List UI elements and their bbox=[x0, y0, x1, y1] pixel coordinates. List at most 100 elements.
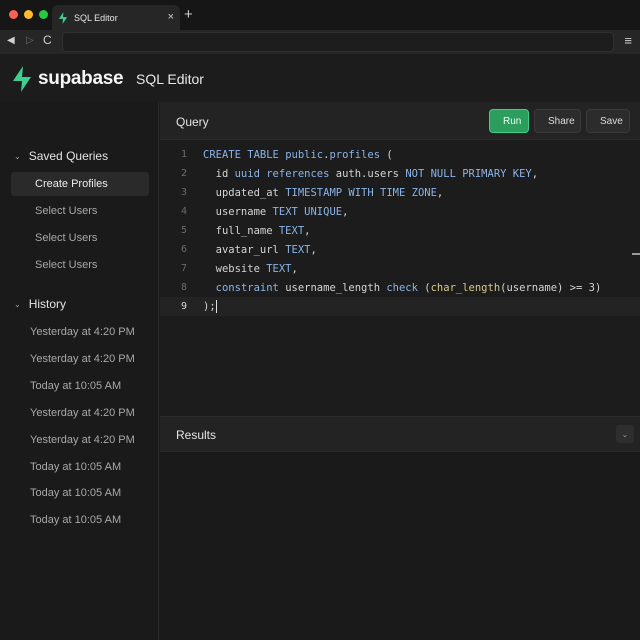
share-button[interactable]: Share bbox=[534, 109, 581, 133]
code-line[interactable]: 7 website TEXT, bbox=[160, 259, 640, 278]
code-token: CREATE TABLE bbox=[203, 148, 286, 161]
code-token: (username) >= 3) bbox=[500, 281, 602, 294]
minimize-window-button[interactable] bbox=[24, 10, 33, 19]
line-number: 7 bbox=[180, 263, 187, 274]
code-line[interactable]: 6 avatar_url TEXT, bbox=[160, 240, 640, 259]
code-line[interactable]: 5 full_name TEXT, bbox=[160, 221, 640, 240]
browser-window: SQL Editor × + ◀ ▷ C ≡ supabase SQL Edit… bbox=[0, 0, 640, 640]
code-token: references bbox=[266, 167, 330, 180]
history-item[interactable]: Yesterday at 4:20 PM bbox=[30, 407, 135, 419]
browser-tab-bar: SQL Editor × + bbox=[0, 0, 640, 30]
code-token: username_length bbox=[278, 281, 387, 294]
window-controls bbox=[9, 10, 48, 19]
sql-editor[interactable]: 1 CREATE TABLE public.profiles ( 2 id uuid… bbox=[160, 140, 640, 416]
saved-queries-header[interactable]: ⌄ Saved Queries bbox=[14, 149, 108, 163]
query-title: Query bbox=[176, 115, 209, 129]
history-item[interactable]: Yesterday at 4:20 PM bbox=[30, 434, 135, 446]
chevron-down-icon: ⌄ bbox=[14, 151, 21, 161]
browser-tab[interactable]: SQL Editor × bbox=[52, 5, 180, 30]
line-number: 8 bbox=[180, 282, 187, 293]
maximize-window-button[interactable] bbox=[39, 10, 48, 19]
run-button[interactable]: Run bbox=[489, 109, 529, 133]
code-token: uuid bbox=[234, 167, 260, 180]
code-text: updated_at TIMESTAMP WITH TIME ZONE, bbox=[203, 186, 444, 199]
code-line[interactable]: 2 id uuid references auth.users NOT NULL… bbox=[160, 164, 640, 183]
code-token: ( bbox=[380, 148, 393, 161]
code-token: public bbox=[285, 148, 324, 161]
saved-queries-title: Saved Queries bbox=[28, 149, 109, 163]
reload-icon[interactable]: C bbox=[43, 33, 52, 47]
line-number: 4 bbox=[180, 206, 187, 217]
code-text: username TEXT UNIQUE, bbox=[203, 205, 349, 218]
supabase-favicon-icon bbox=[58, 11, 68, 24]
saved-query-item[interactable]: Create Profiles bbox=[11, 172, 149, 196]
code-text: ); bbox=[203, 300, 217, 313]
line-number: 5 bbox=[180, 225, 187, 236]
history-item[interactable]: Today at 10:05 AM bbox=[30, 514, 121, 526]
history-item[interactable]: Yesterday at 4:20 PM bbox=[30, 326, 135, 338]
address-bar[interactable] bbox=[62, 32, 614, 52]
line-number: 3 bbox=[180, 187, 187, 198]
share-label: Share bbox=[548, 115, 575, 127]
query-toolbar: Query Run Share Save bbox=[160, 102, 640, 140]
code-line[interactable]: 3 updated_at TIMESTAMP WITH TIME ZONE, bbox=[160, 183, 640, 202]
supabase-logo-icon[interactable] bbox=[12, 66, 32, 92]
code-token: full_name bbox=[203, 224, 279, 237]
history-item[interactable]: Yesterday at 4:20 PM bbox=[30, 353, 135, 365]
line-number: 2 bbox=[180, 168, 187, 179]
code-token: , bbox=[531, 167, 539, 180]
browser-menu-icon[interactable]: ≡ bbox=[624, 33, 632, 48]
code-token: , bbox=[310, 243, 317, 256]
code-line[interactable]: 1 CREATE TABLE public.profiles ( bbox=[160, 145, 640, 164]
code-token: website bbox=[203, 262, 267, 275]
code-token: check bbox=[386, 281, 418, 294]
code-token: TEXT bbox=[266, 262, 292, 275]
back-icon[interactable]: ◀ bbox=[7, 35, 15, 46]
save-label: Save bbox=[600, 115, 623, 127]
code-token: ( bbox=[417, 281, 431, 294]
chevron-down-icon: ⌄ bbox=[14, 299, 21, 309]
new-tab-button[interactable]: + bbox=[184, 7, 193, 22]
line-number: 1 bbox=[180, 149, 187, 160]
text-cursor bbox=[215, 300, 217, 313]
tab-close-icon[interactable]: × bbox=[168, 12, 174, 23]
code-token: , bbox=[342, 205, 349, 218]
code-text: full_name TEXT, bbox=[203, 224, 311, 237]
code-token: profiles bbox=[329, 148, 381, 161]
save-button[interactable]: Save bbox=[586, 109, 630, 133]
code-text: constraint username_length check (char_l… bbox=[203, 281, 602, 294]
code-token: TEXT bbox=[285, 243, 311, 256]
code-text: avatar_url TEXT, bbox=[203, 244, 317, 256]
code-token: avatar_url bbox=[203, 243, 286, 256]
brand-name: supabase bbox=[38, 68, 124, 89]
code-token: username bbox=[203, 205, 273, 218]
run-label: Run bbox=[503, 115, 522, 127]
results-collapse-button[interactable]: ⌄ bbox=[616, 425, 634, 443]
history-item[interactable]: Today at 10:05 AM bbox=[30, 380, 121, 392]
forward-icon[interactable]: ▷ bbox=[26, 35, 34, 46]
code-line[interactable]: 4 username TEXT UNIQUE, bbox=[160, 202, 640, 221]
code-line[interactable]: 9); bbox=[160, 297, 640, 316]
page-title: SQL Editor bbox=[136, 71, 204, 87]
code-line[interactable]: 8 constraint username_length check (char… bbox=[160, 278, 640, 297]
code-token: TIMESTAMP WITH TIME ZONE bbox=[285, 186, 437, 199]
history-item[interactable]: Today at 10:05 AM bbox=[30, 487, 121, 499]
history-header[interactable]: ⌄ History bbox=[14, 297, 66, 311]
code-token: NOT NULL PRIMARY KEY bbox=[405, 167, 532, 180]
saved-query-item[interactable]: Select Users bbox=[11, 226, 149, 250]
code-token: constraint bbox=[215, 281, 279, 294]
results-header: Results ⌄ bbox=[160, 416, 640, 452]
code-token: , bbox=[304, 224, 311, 237]
close-window-button[interactable] bbox=[9, 10, 18, 19]
line-number: 9 bbox=[180, 301, 187, 312]
history-item[interactable]: Today at 10:05 AM bbox=[30, 461, 121, 473]
code-text: website TEXT, bbox=[203, 263, 298, 275]
saved-query-item[interactable]: Select Users bbox=[11, 253, 149, 277]
code-token: , bbox=[291, 262, 298, 275]
saved-query-label: Select Users bbox=[35, 259, 98, 271]
results-title: Results bbox=[176, 428, 217, 442]
code-text: CREATE TABLE public.profiles ( bbox=[203, 149, 393, 161]
saved-query-item[interactable]: Select Users bbox=[11, 199, 149, 223]
code-token: ); bbox=[203, 300, 216, 313]
